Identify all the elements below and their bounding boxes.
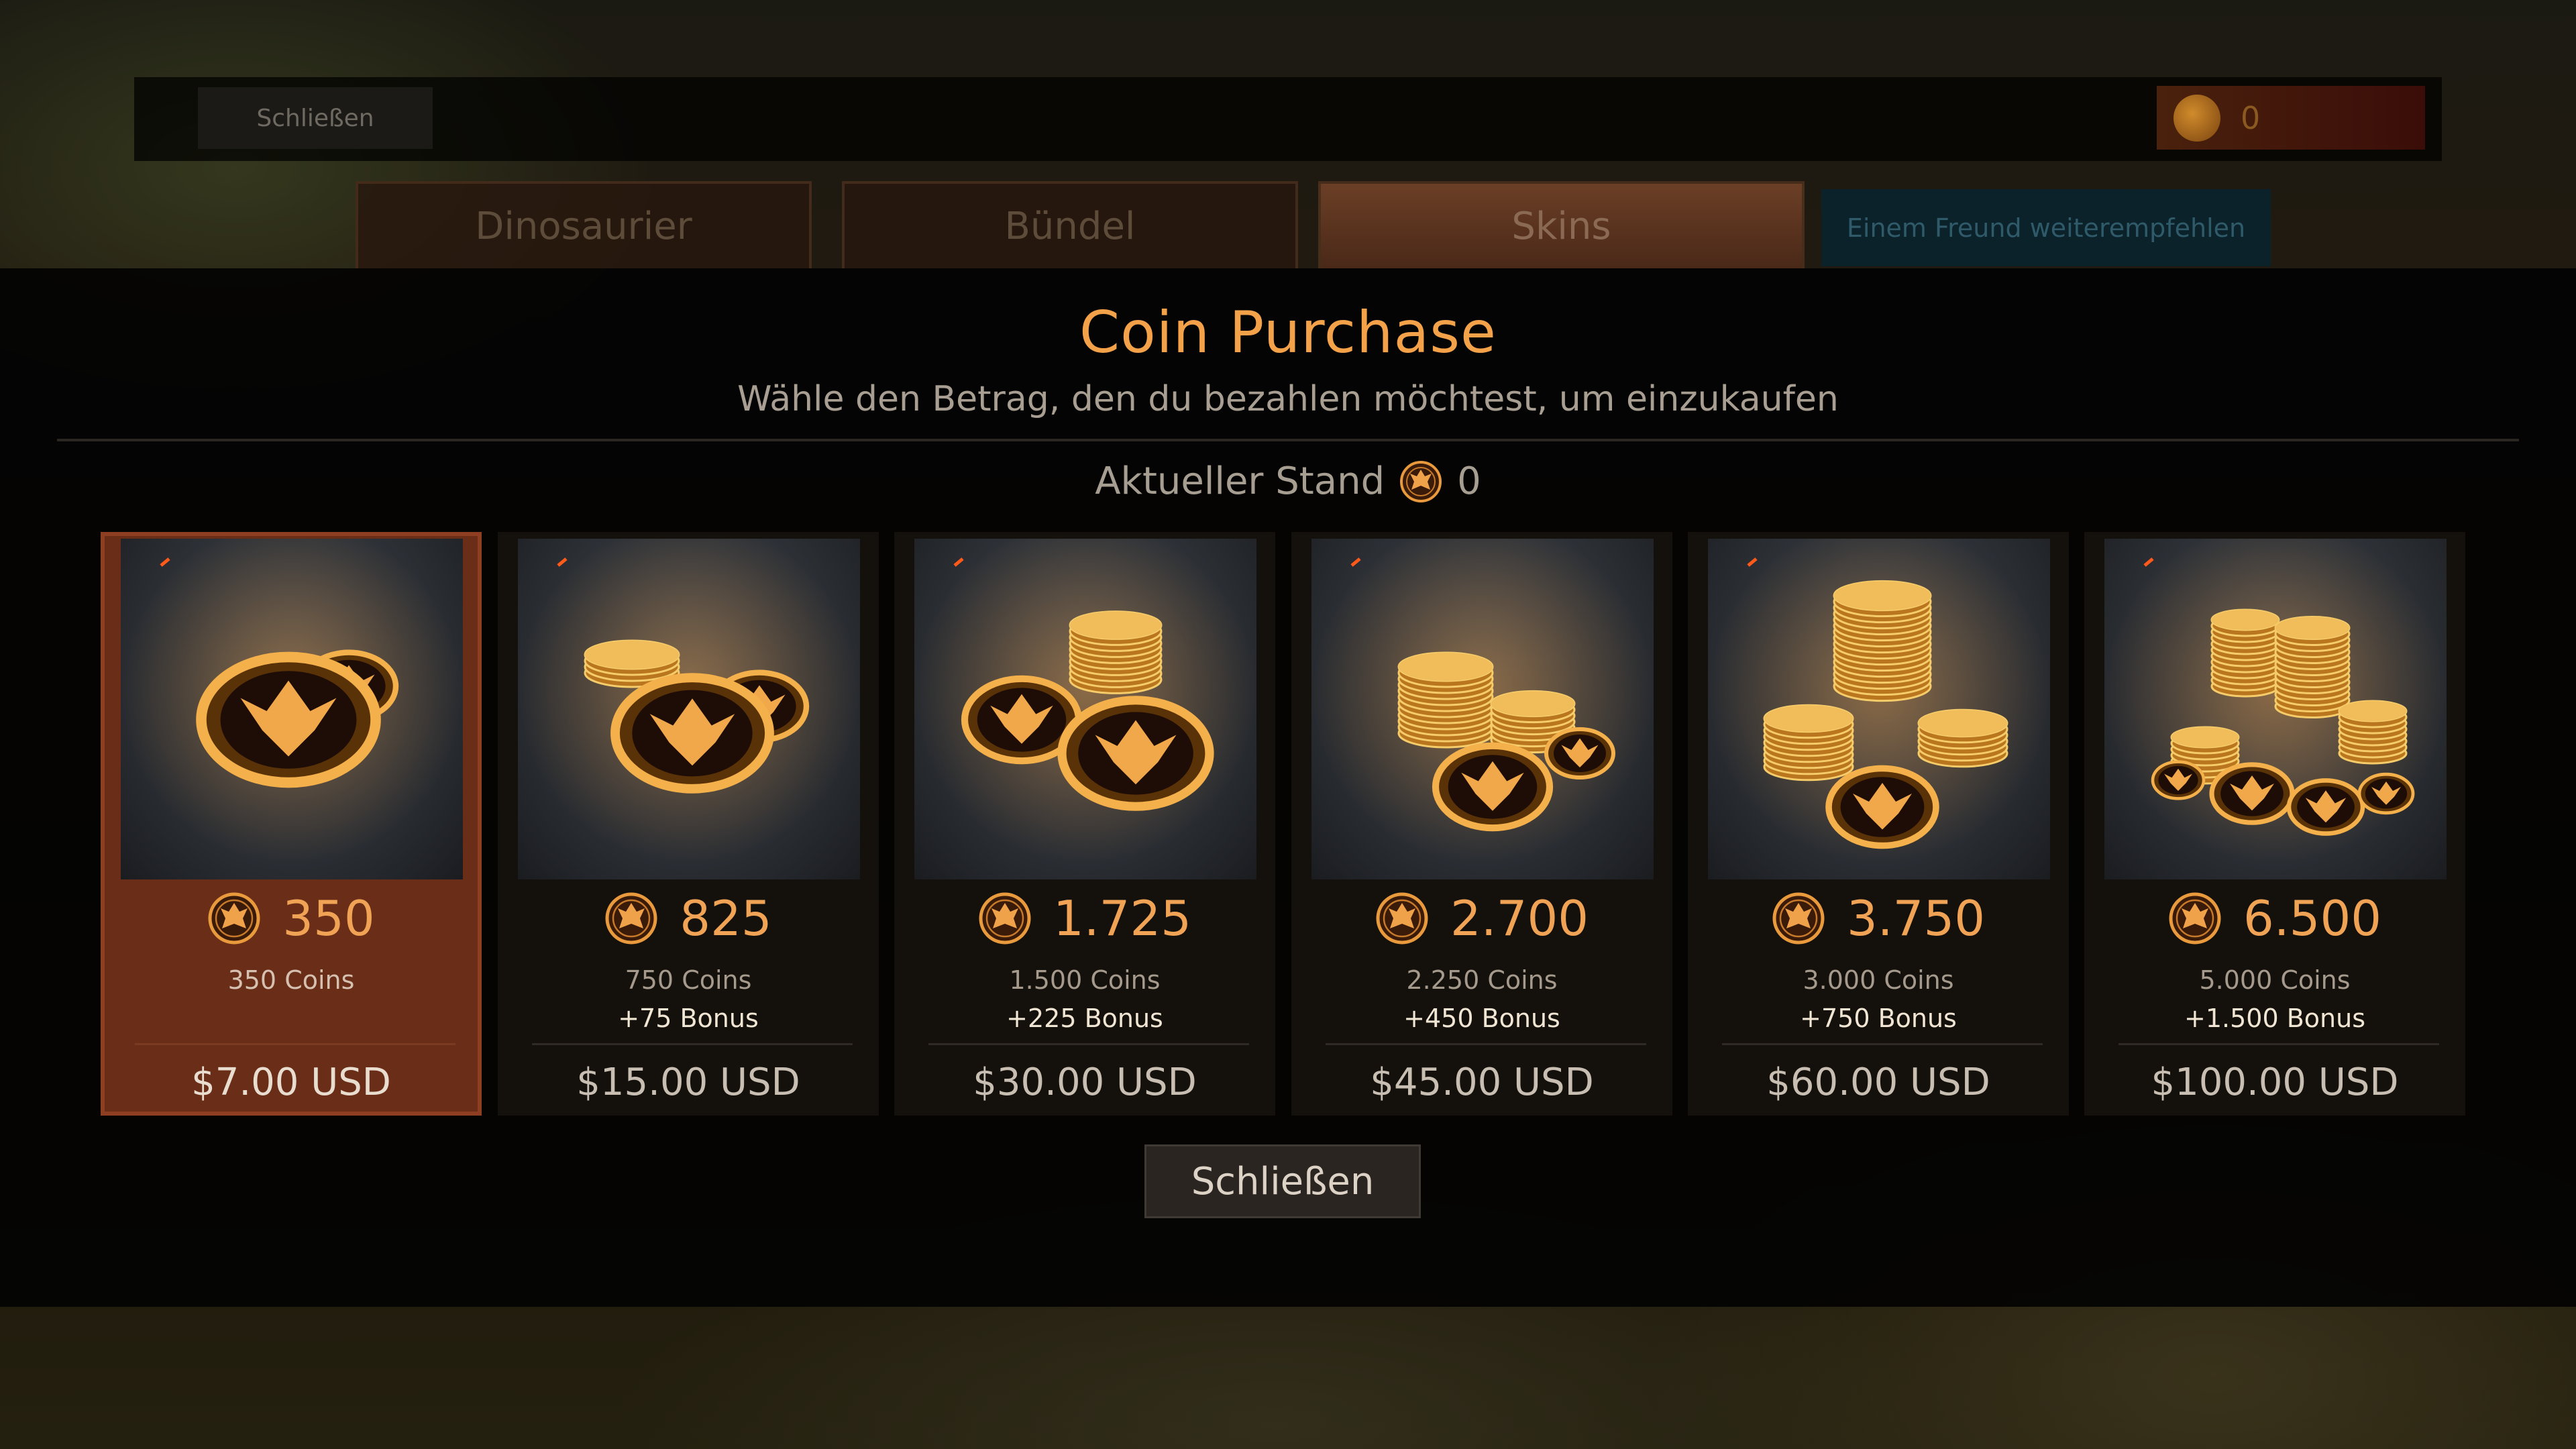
coin-package-card[interactable]: 350 350 Coins $7.00 USD (101, 532, 482, 1116)
package-price: $45.00 USD (1370, 1061, 1594, 1104)
package-amount-value: 825 (680, 890, 772, 947)
close-button[interactable]: Schließen (1144, 1144, 1421, 1218)
coin-pack-image (518, 539, 860, 879)
package-base-coins: 2.250 Coins (1406, 965, 1558, 995)
coin-pack-thumbnail (1311, 539, 1654, 879)
coin-icon (1400, 460, 1442, 502)
package-amount-value: 350 (282, 890, 375, 947)
package-bonus: +450 Bonus (1403, 1004, 1560, 1033)
coin-icon (1772, 892, 1825, 945)
coin-package-card[interactable]: 825 750 Coins +75 Bonus $15.00 USD (498, 532, 879, 1116)
package-bonus: +225 Bonus (1006, 1004, 1163, 1033)
tab-dinosaurier[interactable]: Dinosaurier (356, 181, 812, 268)
coin-icon (208, 892, 260, 945)
card-divider (2118, 1043, 2439, 1045)
coin-icon (979, 892, 1031, 945)
package-bonus: +1.500 Bonus (2184, 1004, 2365, 1033)
package-base-coins: 750 Coins (625, 965, 752, 995)
card-divider (928, 1043, 1249, 1045)
package-bonus: +75 Bonus (618, 1004, 759, 1033)
coin-icon (605, 892, 657, 945)
card-divider (1326, 1043, 1646, 1045)
current-balance: Aktueller Stand 0 (0, 460, 2576, 503)
tab-bundel[interactable]: Bündel (842, 181, 1298, 268)
modal-subtitle: Wähle den Betrag, den du bezahlen möchte… (737, 379, 1839, 419)
package-amount-value: 3.750 (1846, 890, 1986, 947)
package-price: $100.00 USD (2151, 1061, 2399, 1104)
wallet-balance-value: 0 (2241, 99, 2261, 136)
package-amount-value: 2.700 (1450, 890, 1589, 947)
coin-pack-thumbnail (518, 539, 860, 879)
coin-pack-image (914, 539, 1256, 879)
coin-pack-image (1708, 539, 2050, 879)
coin-pack-image (1311, 539, 1654, 879)
card-divider (1722, 1043, 2043, 1045)
package-amount-value: 6.500 (2243, 890, 2382, 947)
refer-friend-button[interactable]: Einem Freund weiterempfehlen (1821, 189, 2271, 266)
store-top-bar (134, 77, 2442, 161)
coin-purchase-modal: Coin Purchase Wähle den Betrag, den du b… (0, 268, 2576, 1307)
coin-package-card[interactable]: 2.700 2.250 Coins +450 Bonus $45.00 USD (1291, 532, 1672, 1116)
wallet-coin-icon (2174, 94, 2220, 142)
package-base-coins: 1.500 Coins (1009, 965, 1161, 995)
wallet-balance[interactable]: 0 (2157, 86, 2425, 150)
package-price: $30.00 USD (973, 1061, 1197, 1104)
coin-pack-thumbnail (1708, 539, 2050, 879)
card-divider (532, 1043, 853, 1045)
package-amount: 6.500 (2088, 890, 2461, 947)
coin-pack-thumbnail (121, 539, 463, 879)
coin-package-card[interactable]: 6.500 5.000 Coins +1.500 Bonus $100.00 USD (2084, 532, 2465, 1116)
store-close-button[interactable]: Schließen (198, 87, 433, 149)
package-base-coins: 3.000 Coins (1803, 965, 1954, 995)
package-base-coins: 350 Coins (227, 965, 355, 995)
package-bonus: +750 Bonus (1800, 1004, 1957, 1033)
package-base-coins: 5.000 Coins (2199, 965, 2351, 995)
store-screen: Schließen 0 Dinosaurier Bündel Skins Ein… (0, 0, 2576, 1449)
coin-pack-thumbnail (2104, 539, 2447, 879)
coin-package-card[interactable]: 3.750 3.000 Coins +750 Bonus $60.00 USD (1688, 532, 2069, 1116)
tab-skins[interactable]: Skins (1318, 181, 1805, 268)
package-amount-value: 1.725 (1053, 890, 1192, 947)
package-price: $15.00 USD (576, 1061, 800, 1104)
card-divider (135, 1043, 455, 1045)
coin-icon (2169, 892, 2221, 945)
coin-package-card[interactable]: 1.725 1.500 Coins +225 Bonus $30.00 USD (894, 532, 1275, 1116)
modal-title: Coin Purchase (1079, 299, 1497, 366)
package-price: $60.00 USD (1766, 1061, 1990, 1104)
coin-pack-thumbnail (914, 539, 1256, 879)
package-amount: 3.750 (1692, 890, 2065, 947)
balance-label: Aktueller Stand (1095, 460, 1385, 503)
package-price: $7.00 USD (191, 1061, 391, 1104)
package-amount: 825 (502, 890, 875, 947)
coin-pack-image (2104, 539, 2447, 879)
modal-divider (57, 439, 2519, 441)
package-amount: 1.725 (898, 890, 1271, 947)
package-amount: 2.700 (1295, 890, 1668, 947)
coin-icon (1376, 892, 1428, 945)
package-amount: 350 (105, 890, 478, 947)
coin-pack-image (121, 539, 463, 879)
balance-value: 0 (1457, 460, 1481, 503)
